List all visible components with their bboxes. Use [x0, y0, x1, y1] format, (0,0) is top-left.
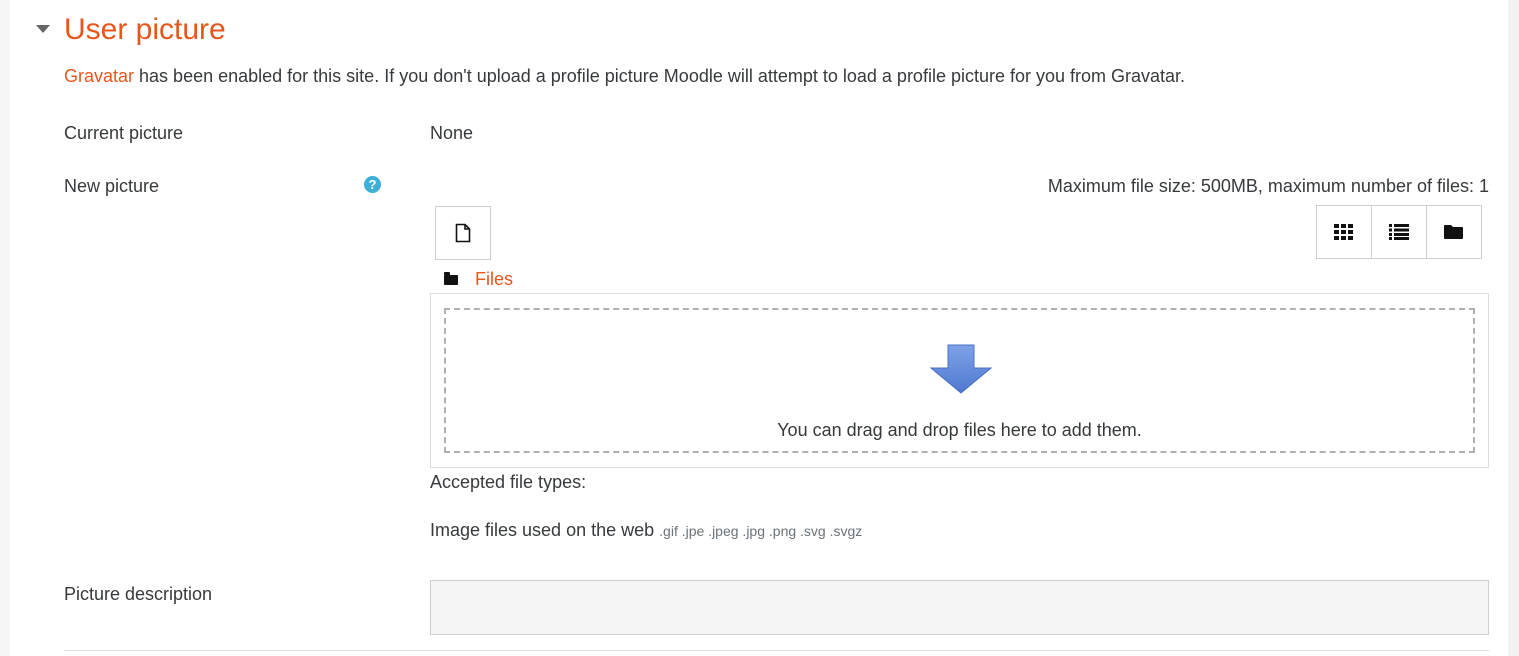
accepted-file-types: Image files used on the web .gif .jpe .j… — [430, 518, 862, 543]
current-picture-label: Current picture — [64, 123, 184, 143]
accepted-file-types-title: Accepted file types: — [430, 472, 587, 492]
folder-view-icon — [1444, 225, 1463, 239]
document-icon — [455, 223, 471, 243]
accepted-extensions: .gif .jpe .jpeg .jpg .png .svg .svgz — [659, 523, 863, 539]
add-file-button[interactable] — [435, 206, 491, 260]
file-manager: You can drag and drop files here to add … — [430, 293, 1489, 468]
gravatar-link[interactable]: Gravatar — [64, 66, 134, 86]
view-mode-buttons — [1316, 205, 1482, 259]
new-picture-label: New picture — [64, 176, 160, 196]
drop-zone[interactable]: You can drag and drop files here to add … — [444, 308, 1475, 453]
page: User picture Gravatar has been enabled f… — [0, 0, 1519, 656]
gravatar-notice-text: has been enabled for this site. If you d… — [134, 66, 1186, 86]
picture-description-input[interactable] — [430, 580, 1489, 635]
list-view-icon — [1389, 224, 1409, 240]
folder-icon — [444, 272, 458, 285]
breadcrumb: Files — [444, 267, 513, 291]
section-title[interactable]: User picture — [64, 12, 226, 48]
collapse-toggle-icon[interactable] — [36, 25, 50, 33]
scrollbar-track[interactable] — [1508, 0, 1519, 656]
help-icon[interactable]: ? — [364, 176, 381, 193]
gravatar-notice: Gravatar has been enabled for this site.… — [64, 64, 1185, 88]
folder-view-button[interactable] — [1426, 205, 1482, 259]
breadcrumb-files-link[interactable]: Files — [475, 267, 513, 291]
grid-view-icon — [1334, 224, 1353, 240]
accepted-group-label: Image files used on the web — [430, 520, 655, 540]
list-view-button[interactable] — [1371, 205, 1427, 259]
picture-description-label: Picture description — [64, 584, 213, 604]
current-picture-value: None — [430, 123, 474, 143]
left-gutter — [0, 0, 10, 656]
max-file-size-info: Maximum file size: 500MB, maximum number… — [1047, 176, 1489, 196]
divider — [64, 650, 1489, 651]
drop-zone-text: You can drag and drop files here to add … — [777, 420, 1142, 440]
download-arrow-icon — [930, 344, 992, 394]
grid-view-button[interactable] — [1316, 205, 1372, 259]
